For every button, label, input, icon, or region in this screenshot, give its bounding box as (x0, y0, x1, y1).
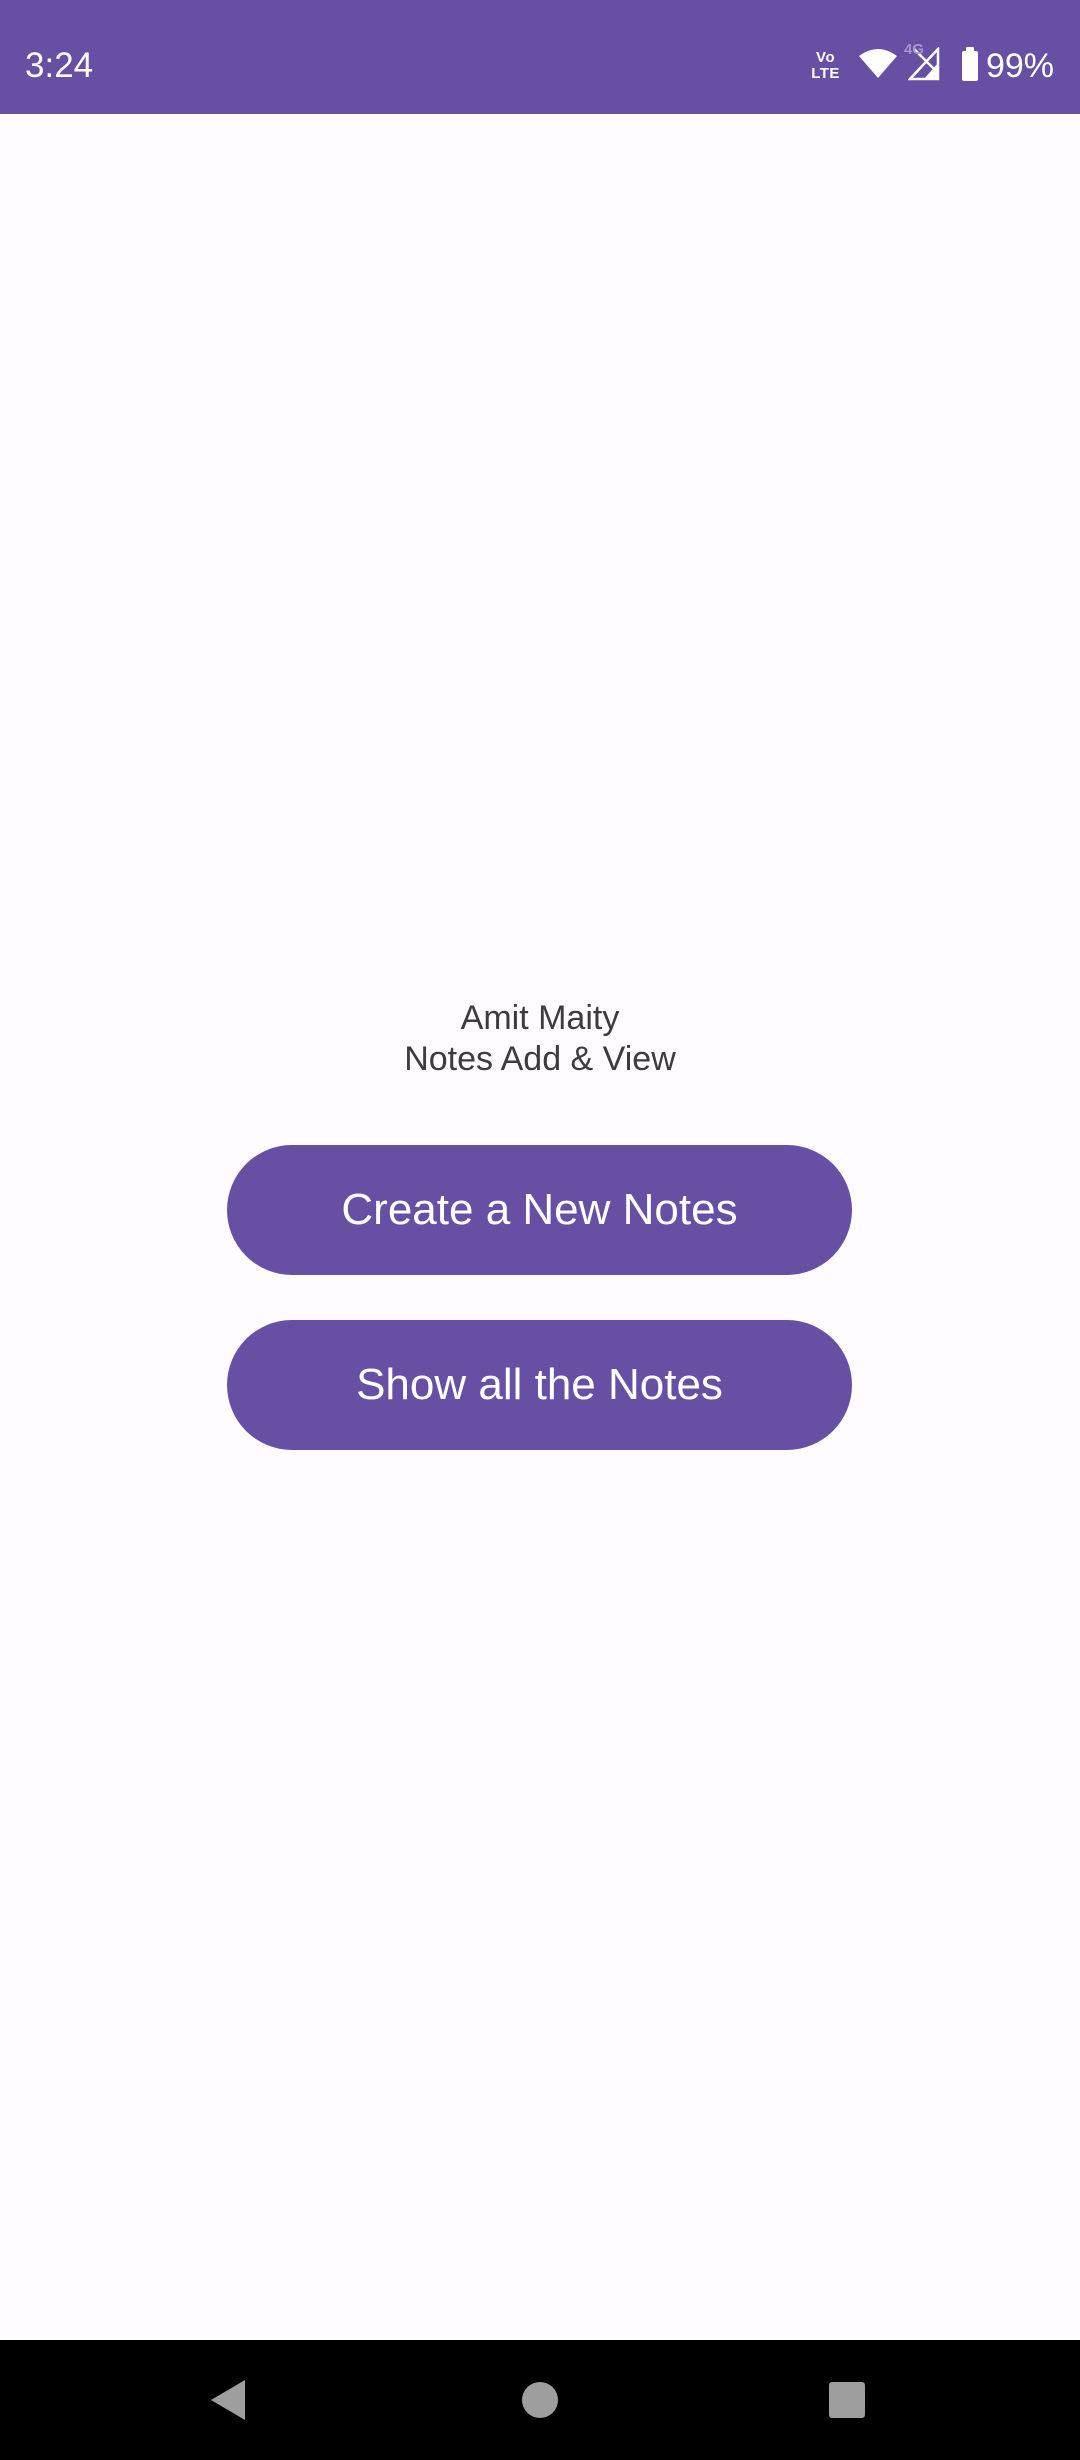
show-notes-button[interactable]: Show all the Notes (227, 1320, 852, 1450)
network-type-label: 4G (903, 40, 924, 58)
battery-icon (961, 47, 978, 81)
back-icon[interactable] (195, 2368, 259, 2432)
wifi-icon (858, 48, 898, 85)
main-content: Amit Maity Notes Add & View Create a New… (0, 114, 1080, 2340)
cell-signal-icon: 4G (904, 41, 940, 86)
app-caption: Amit Maity Notes Add & View (0, 998, 1080, 1080)
app-subtitle: Notes Add & View (404, 1040, 676, 1078)
author-name: Amit Maity (460, 999, 620, 1037)
navigation-bar (0, 2340, 1080, 2460)
home-icon[interactable] (508, 2368, 572, 2432)
battery-percent: 99% (985, 46, 1054, 85)
recents-icon[interactable] (815, 2368, 879, 2432)
status-time: 3:24 (25, 46, 94, 85)
volte-bottom-label: LTE (811, 65, 840, 82)
status-bar: 3:24 Vo LTE 4G 99% (0, 0, 1080, 114)
volte-icon: Vo LTE (811, 50, 840, 82)
status-icons: Vo LTE 4G 99% (811, 41, 1054, 88)
volte-top-label: Vo (816, 49, 836, 66)
create-note-button[interactable]: Create a New Notes (227, 1145, 852, 1275)
